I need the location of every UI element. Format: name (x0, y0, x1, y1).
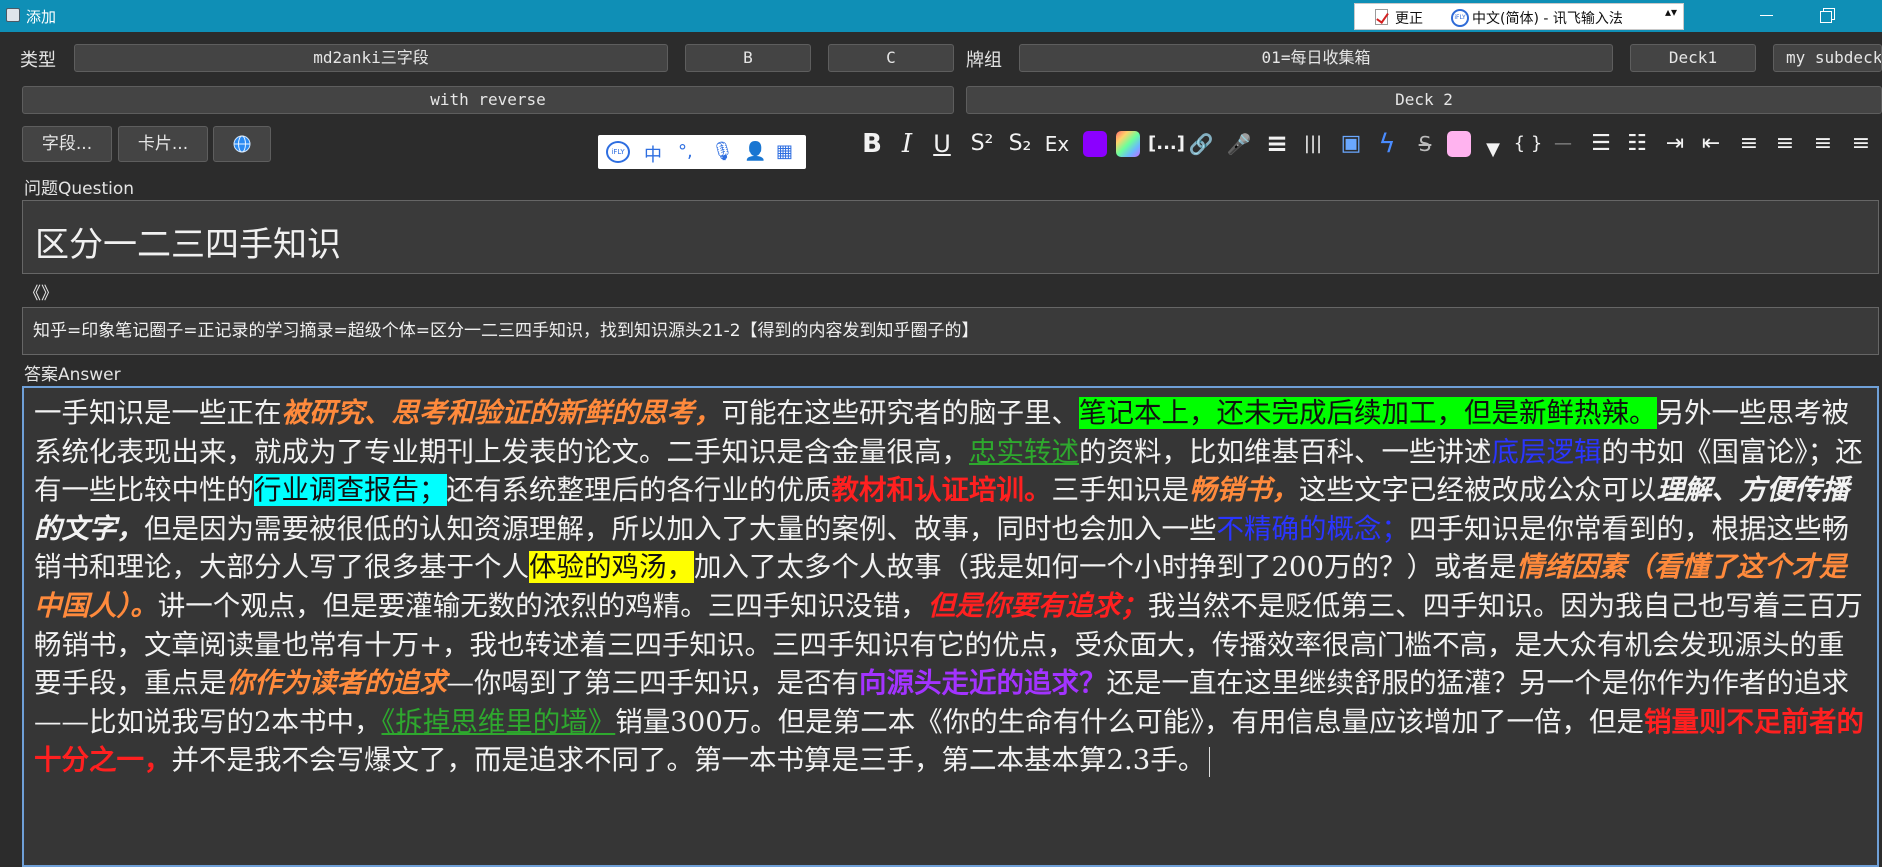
answer-segment: 不精确的概念； (1216, 512, 1410, 545)
b-button[interactable]: B (685, 44, 811, 72)
answer-segment: 底层逻辑 (1491, 435, 1602, 468)
underline-icon[interactable]: U (930, 128, 954, 160)
answer-segment: 一手知识是一些正在 (34, 397, 282, 429)
strikethrough-icon[interactable]: S (1410, 128, 1440, 160)
ime-mini-toolbar[interactable]: iFLY 中 °, 🎙 👤 ▦ (598, 135, 806, 169)
answer-segment: 还有系统整理后的各行业的优质 (446, 474, 832, 507)
deck-button[interactable]: 01=每日收集箱 (1019, 44, 1613, 72)
answer-segment: 销量300万。但是第二本《你的生命有什么可能》，有用信息量应该增加了一倍，但是 (615, 705, 1644, 738)
color-picker-icon[interactable] (1116, 131, 1140, 157)
user-icon[interactable]: 👤 (744, 141, 766, 162)
c-button[interactable]: C (828, 44, 954, 72)
answer-segment: 行业调查报告； (254, 474, 447, 507)
remark-label: 《》 (24, 284, 58, 304)
list-icon[interactable]: ≡ (1262, 128, 1292, 160)
answer-segment: 讲一个观点，但是要灌输无数的浓烈的鸡精。三四手知识没错， (157, 589, 928, 622)
with-reverse-button[interactable]: with reverse (22, 86, 954, 114)
text-color-icon[interactable] (1083, 131, 1107, 157)
text-cursor (1209, 746, 1211, 777)
align-center-icon[interactable]: ≡ (1734, 128, 1764, 160)
question-field[interactable]: 区分一二三四手知识 (22, 200, 1879, 274)
globe-button[interactable] (213, 126, 271, 162)
answer-segment: 但是你要有追求； (927, 589, 1148, 622)
bold-icon[interactable]: B (858, 128, 886, 160)
subscript-icon[interactable]: S₂ (1004, 128, 1036, 160)
answer-segment: 《拆掉思维里的墙》 (381, 705, 616, 738)
clear-format-icon[interactable]: Ex (1042, 128, 1072, 160)
punctuation-icon[interactable]: °, (678, 141, 693, 162)
justify-icon[interactable]: ≡ (1846, 128, 1876, 160)
answer-segment: 三手知识是 (1051, 474, 1190, 507)
question-label: 问题Question (24, 179, 135, 199)
cards-button[interactable]: 卡片... (118, 126, 208, 162)
answer-segment: 这些文字已经被改成公众可以 (1299, 474, 1657, 507)
deck1-button[interactable]: Deck1 (1630, 44, 1756, 72)
restore-icon[interactable] (1820, 8, 1835, 23)
ime-scroll-icon[interactable]: ▴▾ (1665, 6, 1677, 18)
correct-icon[interactable] (1375, 9, 1388, 25)
highlight-color-icon[interactable] (1447, 131, 1471, 157)
cloze-icon[interactable]: [...] (1148, 128, 1185, 160)
answer-segment: 向源头走近的追求？ (859, 667, 1107, 700)
apps-icon[interactable]: ▦ (776, 141, 793, 162)
align-left-icon[interactable]: ≡ (1770, 128, 1800, 160)
deck2-button[interactable]: Deck 2 (966, 86, 1882, 114)
answer-segment: 可能在这些研究者的脑子里、 (721, 397, 1080, 429)
note-type-button[interactable]: md2anki三字段 (74, 44, 668, 72)
flash-icon[interactable]: ϟ (1372, 128, 1402, 160)
answer-segment: 笔记本上，还未完成后续加工，但是新鲜热辣。 (1079, 397, 1657, 429)
globe-icon (233, 135, 251, 153)
voice-input-icon[interactable]: 🎙 (711, 141, 734, 162)
window-title: 添加 (26, 8, 57, 26)
bullet-list-icon[interactable]: ☰ (1586, 128, 1616, 160)
ime-toolbar[interactable]: 更正 iFLY 中文(简体) - 讯飞输入法 ▴▾ (1354, 3, 1684, 30)
answer-segment: 体验的鸡汤， (529, 551, 694, 584)
answer-label: 答案Answer (24, 365, 121, 385)
answer-segment: 并不是我不会写爆文了，而是追求不同了。第一本书算是三手，第二本基本算2.3手。 (171, 744, 1206, 777)
code-icon[interactable]: { } (1512, 128, 1544, 160)
ime-logo-icon: iFLY (1451, 9, 1469, 27)
answer-segment: 你作为读者的追求 (226, 667, 447, 700)
chinese-mode-icon[interactable]: 中 (644, 141, 662, 167)
numbered-list-icon[interactable]: ☷ (1622, 128, 1652, 160)
italic-icon[interactable]: I (896, 128, 918, 160)
image-icon[interactable]: ▣ (1336, 128, 1366, 160)
record-icon[interactable]: 🎤 (1224, 128, 1254, 160)
answer-segment: 畅销书， (1189, 474, 1299, 507)
answer-segment: 加入了太多个人故事（我是如何一个小时挣到了200万的？）或者是 (694, 551, 1517, 584)
ime-status[interactable]: 中文(简体) - 讯飞输入法 (1472, 8, 1623, 28)
question-text[interactable]: 区分一二三四手知识 (35, 217, 341, 266)
answer-segment: 的资料，比如维基百科、一些讲述 (1079, 435, 1492, 468)
answer-text[interactable]: 一手知识是一些正在被研究、思考和验证的新鲜的思考，可能在这些研究者的脑子里、笔记… (34, 394, 1872, 780)
outdent-icon[interactable]: ⇤ (1696, 128, 1726, 160)
answer-segment: 被研究、思考和验证的新鲜的思考， (281, 397, 722, 429)
answer-segment: 教材和认证培训。 (831, 474, 1052, 507)
attach-icon[interactable]: 🔗 (1186, 128, 1216, 160)
chevron-down-icon[interactable]: ▼ (1478, 134, 1508, 166)
horizontal-rule-icon[interactable]: — (1548, 128, 1578, 160)
app-icon (6, 8, 20, 22)
indent-icon[interactable]: ⇥ (1660, 128, 1690, 160)
columns-icon[interactable]: ||| (1298, 128, 1328, 160)
remark-text[interactable]: 知乎=印象笔记圈子=正记录的学习摘录=超级个体=区分一二三四手知识，找到知识源头… (33, 316, 979, 341)
answer-segment: 但是因为需要被很低的认知资源理解，所以加入了大量的案例、故事，同时也会加入一些 (144, 512, 1217, 545)
ime-correct-label[interactable]: 更正 (1395, 8, 1423, 28)
answer-segment: —你喝到了第三四手知识，是否有 (446, 667, 860, 700)
ime-logo-icon: iFLY (606, 141, 630, 163)
deck-label: 牌组 (966, 50, 1002, 71)
align-right-icon[interactable]: ≡ (1808, 128, 1838, 160)
subdeck-button[interactable]: my subdeck (1773, 44, 1882, 72)
minimize-icon[interactable] (1760, 8, 1774, 22)
type-label: 类型 (20, 50, 56, 71)
fields-button[interactable]: 字段... (22, 126, 112, 162)
title-bar: 添加 更正 iFLY 中文(简体) - 讯飞输入法 ▴▾ (0, 0, 1882, 32)
superscript-icon[interactable]: S² (966, 128, 998, 160)
answer-field[interactable]: 一手知识是一些正在被研究、思考和验证的新鲜的思考，可能在这些研究者的脑子里、笔记… (22, 386, 1879, 867)
remark-field[interactable]: 知乎=印象笔记圈子=正记录的学习摘录=超级个体=区分一二三四手知识，找到知识源头… (22, 307, 1879, 355)
answer-segment: 忠实转述 (969, 435, 1079, 468)
